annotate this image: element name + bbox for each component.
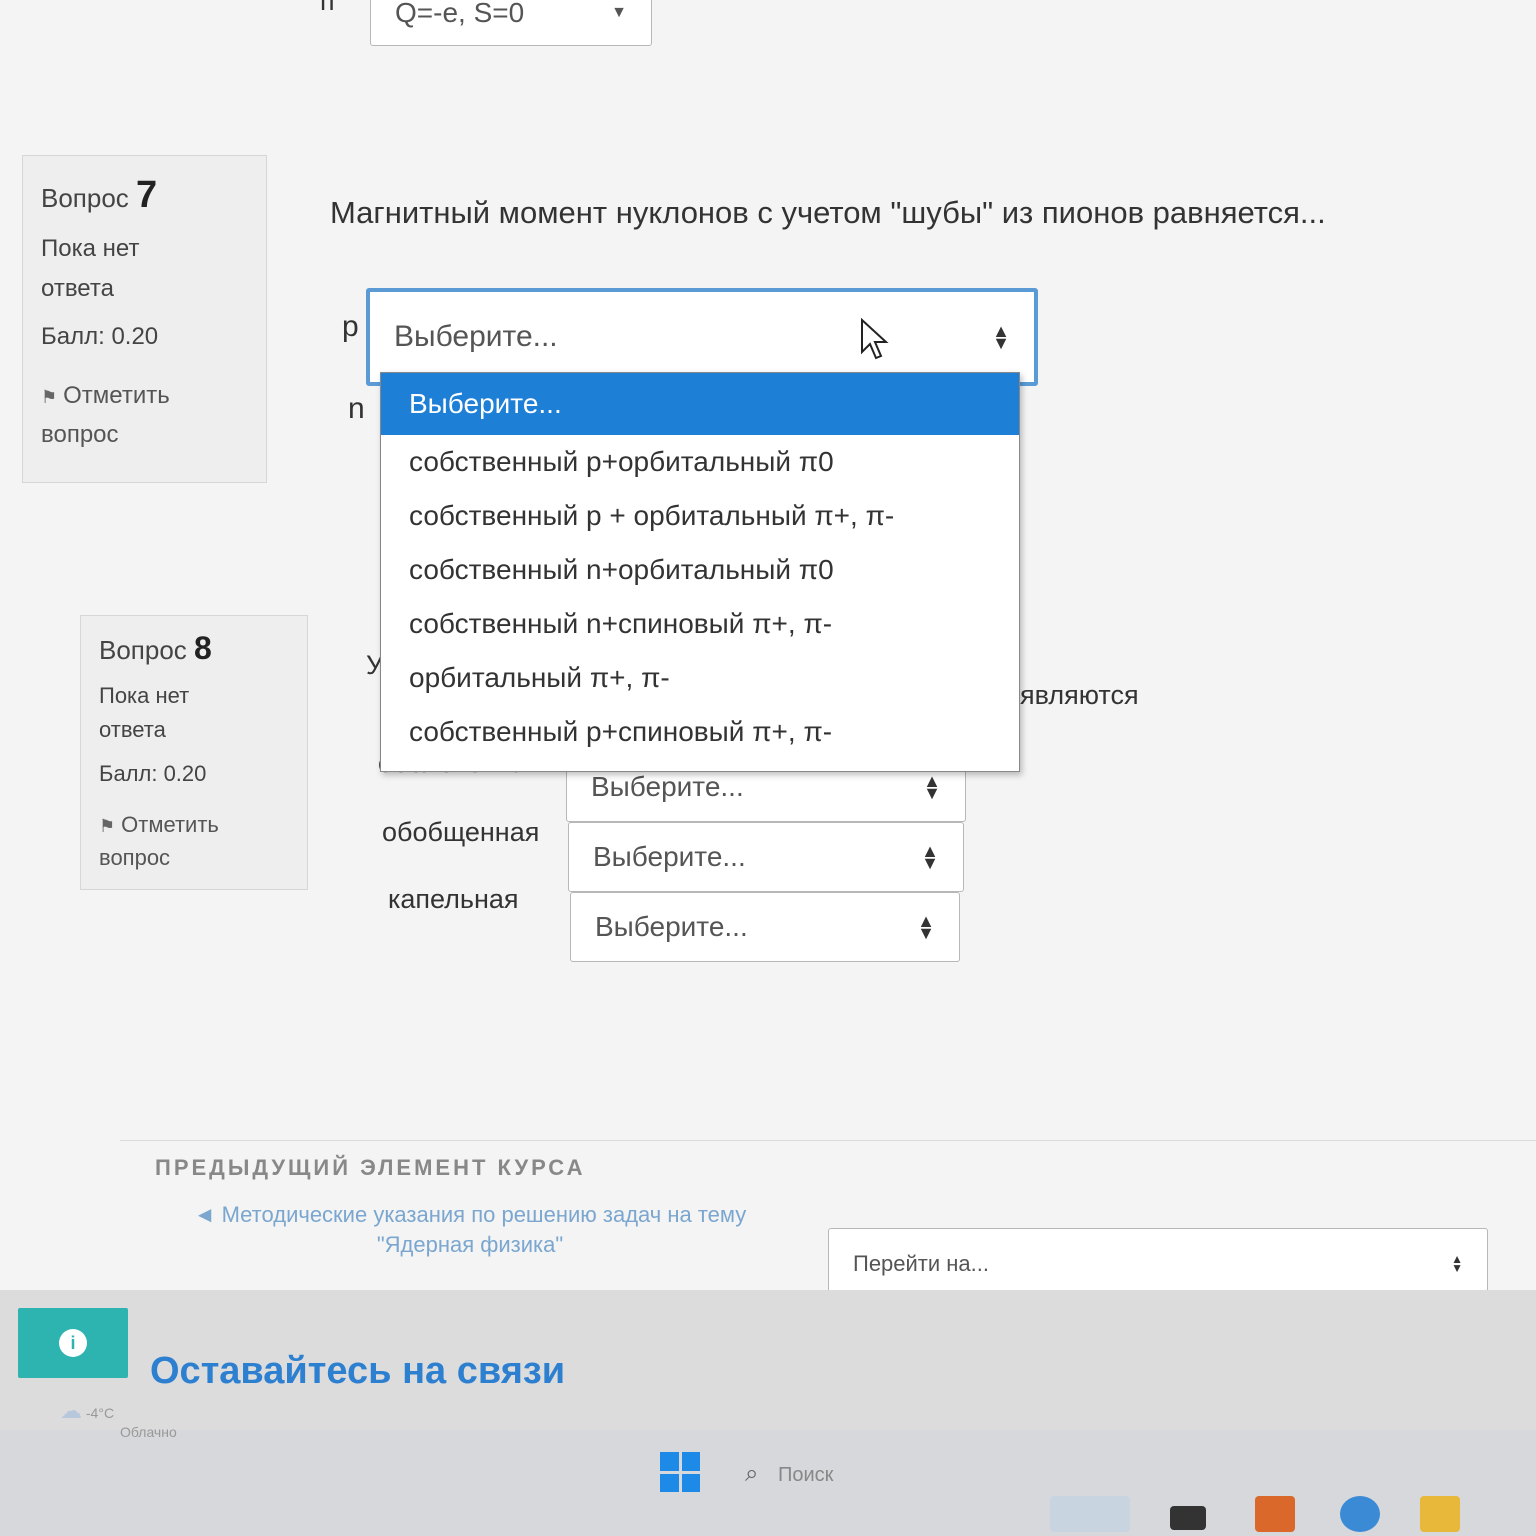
question-state: Пока нет ответа: [41, 229, 248, 309]
flag-icon: ⚑: [41, 387, 58, 407]
question-number: Вопрос 7: [41, 174, 248, 217]
select-drop-model[interactable]: Выберите... ▲ ▼: [570, 892, 960, 962]
state-line-2: ответа: [99, 717, 166, 742]
caret-down-icon: ▼: [611, 4, 627, 21]
stay-in-touch-heading: Оставайтесь на связи: [150, 1350, 566, 1392]
app-icon[interactable]: [1340, 1496, 1380, 1532]
folder-icon[interactable]: [1420, 1496, 1460, 1532]
row-label-generalized: обобщенная: [382, 817, 540, 847]
question-grade: Балл: 0.20: [41, 323, 159, 350]
dropdown-option[interactable]: собственный n+спиновый π+, π-: [381, 597, 1019, 651]
quiz-page: п Q=-e, S=0 ▼ Вопрос 7 Пока нет ответа Б…: [0, 0, 1536, 1300]
select-p-dropdown-list: Выберите... собственный p+орбитальный π0…: [380, 372, 1020, 772]
question-grade: Балл: 0.20: [99, 761, 207, 786]
info-button[interactable]: i: [18, 1308, 128, 1378]
question-7-info: Вопрос 7 Пока нет ответа Балл: 0.20 ⚑ Отм…: [22, 155, 267, 483]
dropdown-option[interactable]: собственный p+орбитальный π0: [381, 435, 1019, 489]
question-state: Пока нет ответа: [99, 679, 289, 747]
select-value: Выберите...: [595, 911, 748, 942]
top-answer-select[interactable]: Q=-e, S=0 ▼: [370, 0, 652, 46]
app-icon[interactable]: [1050, 1496, 1130, 1532]
search-icon: ⌕: [745, 1460, 759, 1487]
question-num: 7: [136, 174, 158, 216]
question-7-text: Магнитный момент нуклонов с учетом "шубы…: [330, 195, 1326, 230]
flag-line-1: Отметить: [63, 382, 170, 409]
flag-question-link[interactable]: ⚑ Отметить вопрос: [41, 377, 248, 454]
flag-line-2: вопрос: [99, 845, 171, 870]
question-8-info: Вопрос 8 Пока нет ответа Балл: 0.20 ⚑ Отм…: [80, 615, 308, 890]
prev-activity-link[interactable]: ◄ Методические указания по решению задач…: [170, 1200, 770, 1260]
row-label-p: p: [342, 310, 359, 343]
dropdown-option[interactable]: орбитальный π+, π-: [381, 651, 1019, 705]
sort-arrows-icon: ▲ ▼: [1451, 1252, 1463, 1275]
sort-arrows-icon: ▲ ▼: [923, 771, 941, 803]
select-p-value: Выберите...: [394, 320, 558, 353]
weather-temp: -4°C: [85, 1405, 115, 1421]
question-num: 8: [194, 630, 212, 666]
cloud-icon: ☁: [60, 1398, 82, 1423]
select-generalized-model[interactable]: Выберите... ▲ ▼: [568, 822, 964, 892]
state-line-1: Пока нет: [99, 683, 190, 708]
weather-widget[interactable]: ☁ -4°C Облачно: [60, 1398, 177, 1440]
question-8-text-end: , являются: [1005, 680, 1139, 710]
weather-desc: Облачно: [120, 1424, 177, 1440]
sort-arrows-icon: ▲ ▼: [921, 841, 939, 873]
prev-activity-title: ПРЕДЫДУЩИЙ ЭЛЕМЕНТ КУРСА: [155, 1155, 586, 1180]
windows-start-icon[interactable]: [660, 1452, 700, 1492]
question-label: Вопрос: [99, 635, 187, 665]
state-line-1: Пока нет: [41, 235, 140, 262]
flag-line-1: Отметить: [121, 812, 219, 837]
top-select-value: Q=-e, S=0: [395, 0, 525, 28]
dropdown-option[interactable]: собственный p + орбитальный π+, π-: [381, 489, 1019, 543]
search-label: Поиск: [778, 1464, 834, 1486]
question-label: Вопрос: [41, 183, 129, 213]
dropdown-option[interactable]: Выберите...: [381, 373, 1019, 435]
app-icon[interactable]: [1170, 1506, 1206, 1530]
sort-arrows-icon: ▲ ▼: [917, 911, 935, 943]
flag-line-2: вопрос: [41, 421, 119, 448]
mouse-pointer-icon: [861, 318, 889, 360]
row-label-drop: капельная: [388, 884, 519, 914]
top-row-label: п: [320, 0, 335, 16]
jump-to-value: Перейти на...: [853, 1251, 990, 1276]
info-icon: i: [59, 1329, 87, 1357]
select-value: Выберите...: [591, 771, 744, 802]
question-number: Вопрос 8: [99, 630, 289, 667]
taskbar-search[interactable]: ⌕ Поиск: [745, 1460, 833, 1488]
app-icon[interactable]: [1255, 1496, 1295, 1532]
state-line-2: ответа: [41, 275, 114, 302]
dropdown-option[interactable]: собственный p+спиновый π+, π-: [381, 705, 1019, 759]
flag-icon: ⚑: [99, 816, 116, 836]
select-value: Выберите...: [593, 841, 746, 872]
flag-question-link[interactable]: ⚑ Отметить вопрос: [99, 809, 289, 874]
row-label-n: n: [348, 392, 365, 425]
dropdown-option[interactable]: собственный n+орбитальный π0: [381, 543, 1019, 597]
sort-arrows-icon: ▲ ▼: [992, 321, 1010, 353]
footer-divider: [120, 1140, 1536, 1141]
